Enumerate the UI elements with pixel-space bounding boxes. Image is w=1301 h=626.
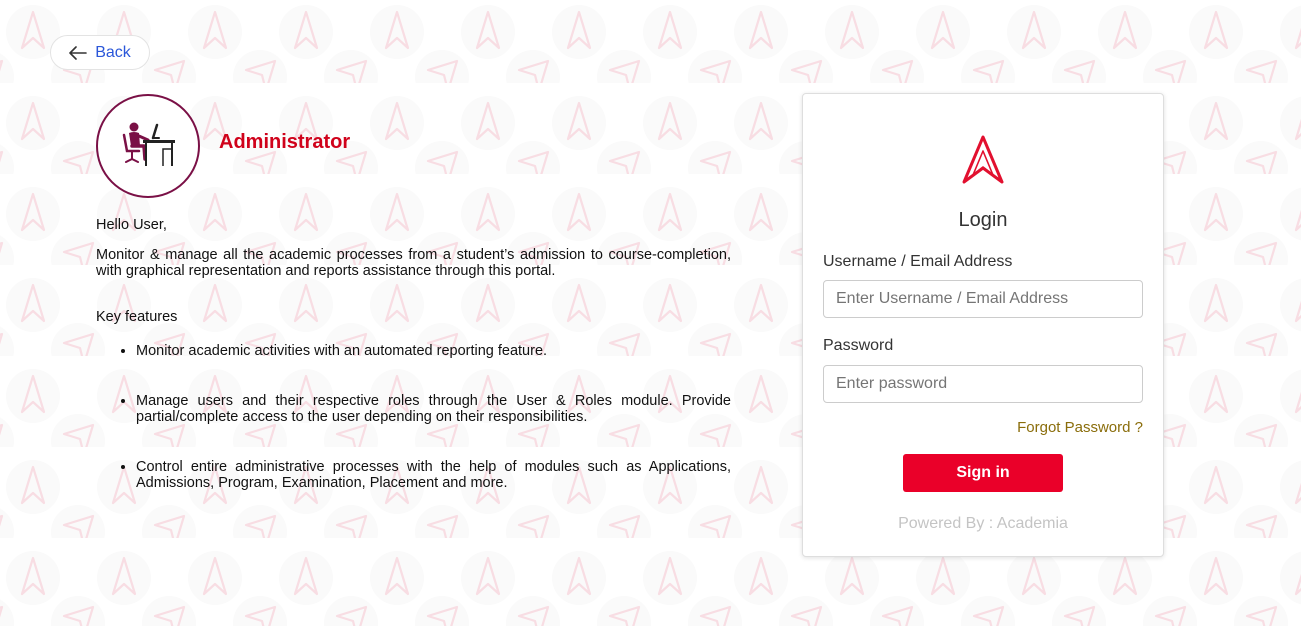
feature-item: Monitor academic activities with an auto… <box>136 343 731 359</box>
back-button[interactable]: Back <box>50 35 150 70</box>
intro-section: Hello User, Monitor & manage all the aca… <box>96 217 731 525</box>
sign-in-button[interactable]: Sign in <box>903 454 1063 492</box>
role-title: Administrator <box>219 131 351 153</box>
powered-by-text: Powered By : Academia <box>898 515 1068 532</box>
greeting-text: Hello User, <box>96 217 167 233</box>
features-list: Monitor academic activities with an auto… <box>96 343 731 491</box>
description-text: Monitor & manage all the academic proces… <box>96 247 731 279</box>
key-features-heading: Key features <box>96 309 178 325</box>
login-card: Login Username / Email Address Password … <box>802 93 1164 557</box>
arrow-left-icon <box>69 45 88 60</box>
username-label: Username / Email Address <box>823 253 1013 270</box>
admin-desk-icon <box>119 121 177 172</box>
login-title: Login <box>958 209 1008 231</box>
password-label: Password <box>823 337 894 354</box>
back-label: Back <box>95 43 131 61</box>
password-input[interactable] <box>823 365 1143 403</box>
feature-item: Control entire administrative processes … <box>136 459 731 491</box>
role-avatar <box>96 94 200 198</box>
username-input[interactable] <box>823 280 1143 318</box>
academia-logo-icon <box>961 134 1005 191</box>
forgot-password-link[interactable]: Forgot Password ? <box>1017 419 1143 436</box>
feature-item: Manage users and their respective roles … <box>136 393 731 425</box>
